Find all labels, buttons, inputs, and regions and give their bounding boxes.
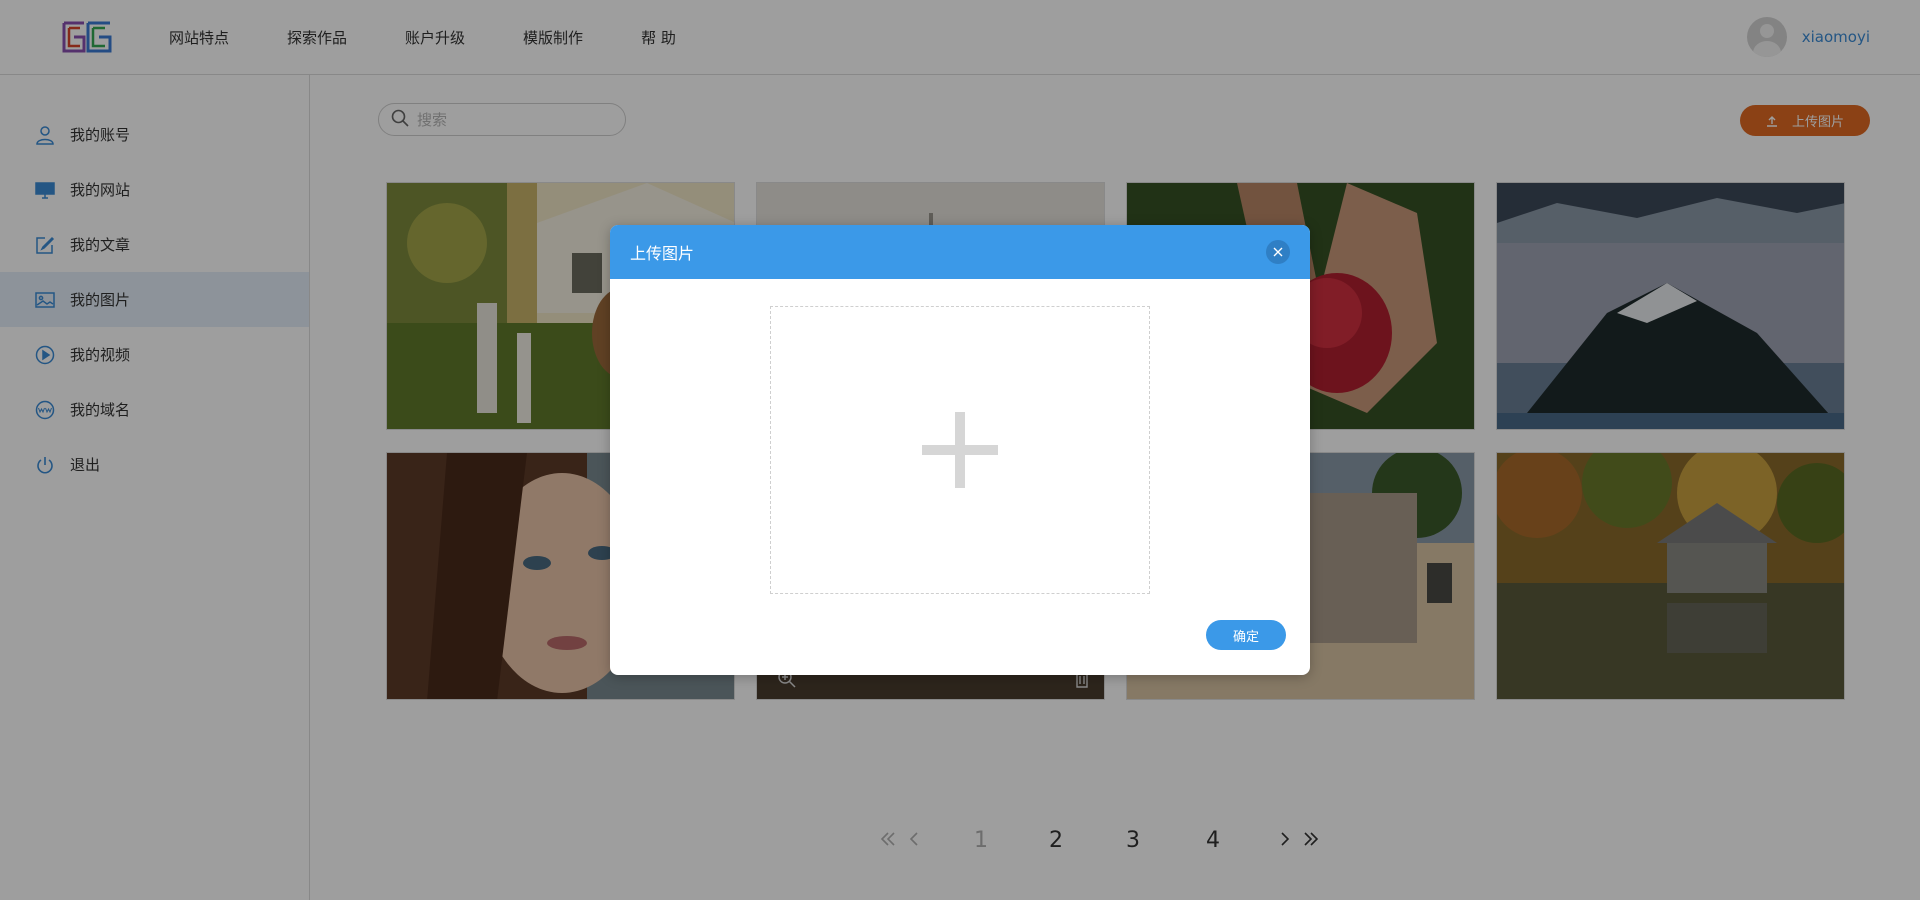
close-button[interactable] (1266, 240, 1290, 264)
dialog-title: 上传图片 (630, 244, 695, 263)
upload-image-dialog: 上传图片 确定 (610, 225, 1310, 675)
dialog-header: 上传图片 (610, 225, 1310, 279)
image-drop-zone[interactable] (770, 306, 1150, 594)
close-icon (1273, 247, 1283, 257)
plus-icon (922, 412, 998, 488)
confirm-button[interactable]: 确定 (1206, 620, 1286, 650)
